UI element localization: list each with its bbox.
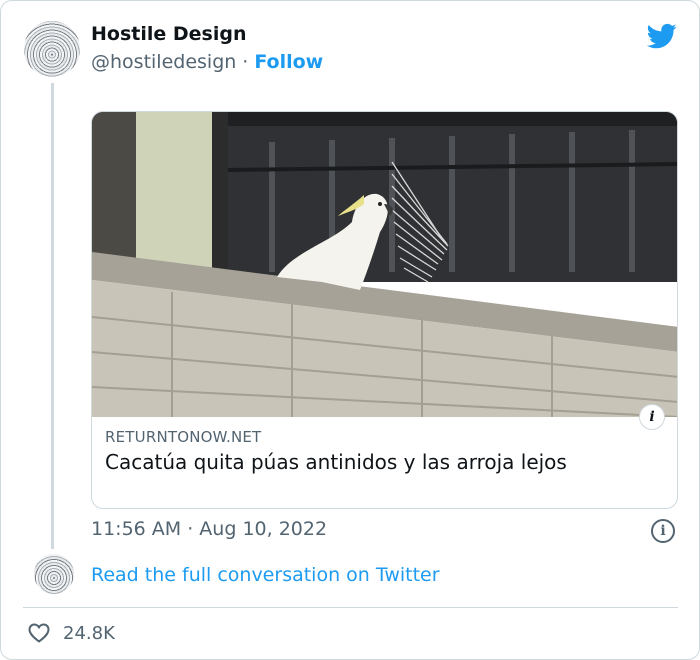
cockatoo-photo[interactable] — [92, 112, 677, 417]
author-handle-row: @hostiledesign · Follow — [91, 51, 323, 73]
thread-line — [51, 83, 54, 549]
reply-avatar[interactable] — [34, 554, 74, 594]
author-avatar[interactable] — [24, 21, 80, 77]
separator-dot: · — [242, 51, 249, 73]
link-title[interactable]: Cacatúa quita púas antinidos y las arroj… — [105, 450, 567, 474]
divider — [23, 607, 678, 608]
info-icon[interactable]: i — [651, 519, 675, 543]
link-domain: RETURNTONOW.NET — [105, 428, 262, 446]
author-name[interactable]: Hostile Design — [91, 23, 246, 45]
like-action[interactable]: 24.8K — [27, 621, 115, 645]
heart-icon[interactable] — [27, 621, 51, 645]
link-preview-card[interactable]: i RETURNTONOW.NET Cacatúa quita púas ant… — [91, 111, 678, 509]
read-conversation-link[interactable]: Read the full conversation on Twitter — [91, 564, 440, 586]
like-count: 24.8K — [63, 622, 115, 644]
follow-button[interactable]: Follow — [254, 51, 323, 73]
info-badge[interactable]: i — [639, 404, 665, 430]
twitter-bird-icon[interactable] — [645, 21, 679, 51]
tweet-timestamp[interactable]: 11:56 AM · Aug 10, 2022 — [91, 518, 327, 540]
tweet-embed-card: Hostile Design @hostiledesign · Follow i… — [0, 0, 700, 660]
author-handle[interactable]: @hostiledesign — [91, 51, 236, 73]
